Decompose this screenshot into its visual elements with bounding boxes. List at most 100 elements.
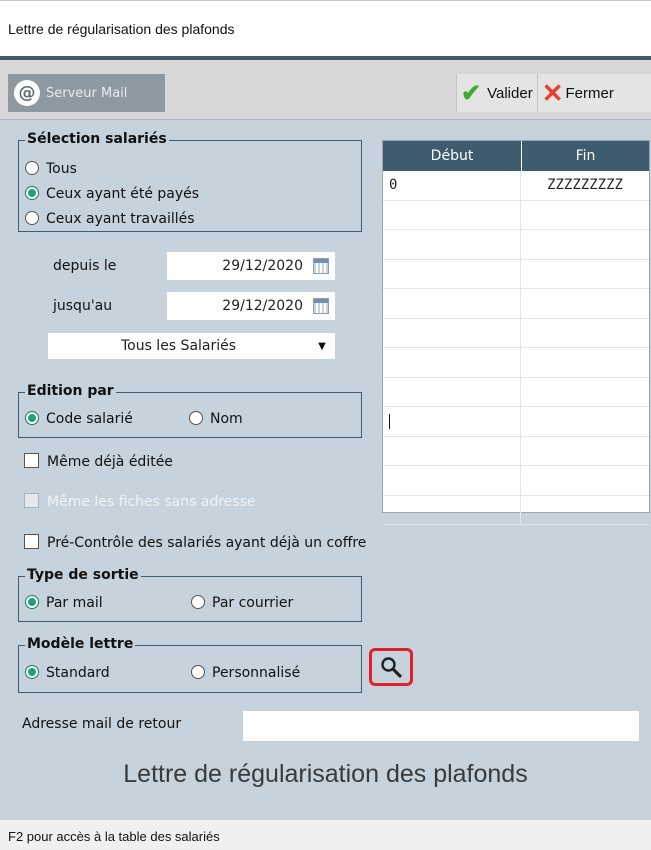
table-row[interactable] <box>383 289 649 319</box>
from-date-field[interactable]: 29/12/2020 <box>167 252 335 280</box>
return-email-input[interactable] <box>243 711 639 741</box>
radio-mail-indicator <box>25 595 39 609</box>
table-row[interactable]: 0 ZZZZZZZZZ <box>383 171 649 201</box>
pre-control-checkbox[interactable]: Pré-Contrôle des salariés ayant déjà un … <box>24 534 366 551</box>
cell-end[interactable] <box>521 466 649 495</box>
without-address-label: Même les fiches sans adresse <box>47 494 256 510</box>
radio-post-label: Par courrier <box>212 595 294 611</box>
radio-all-indicator <box>25 161 39 175</box>
cell-start[interactable] <box>383 436 521 465</box>
cell-end[interactable] <box>521 378 649 407</box>
main-panel: Sélection salariés Tous Ceux ayant été p… <box>0 120 651 819</box>
edition-by-title: Edition par <box>25 383 116 399</box>
radio-paid-indicator <box>25 186 39 200</box>
radio-code-label: Code salarié <box>46 411 133 427</box>
cell-start[interactable] <box>383 289 521 318</box>
cell-end[interactable] <box>521 230 649 259</box>
radio-name-label: Nom <box>210 411 243 427</box>
table-header: Début Fin <box>383 141 649 171</box>
table-row[interactable] <box>383 259 649 289</box>
cell-end[interactable]: ZZZZZZZZZ <box>521 171 649 200</box>
status-bar: F2 pour accès à la table des salariés <box>0 819 651 850</box>
mail-server-button[interactable]: @ Serveur Mail <box>8 74 165 112</box>
cell-end[interactable] <box>521 407 649 436</box>
cell-end[interactable] <box>521 260 649 289</box>
employee-filter-value: Tous les Salariés <box>120 338 237 354</box>
close-icon: ✕ <box>541 77 564 108</box>
radio-code[interactable]: Code salarié <box>25 411 133 427</box>
without-address-checkbox[interactable]: Même les fiches sans adresse <box>24 493 256 510</box>
cell-start[interactable] <box>383 377 521 406</box>
table-row[interactable] <box>383 495 649 525</box>
column-end[interactable]: Fin <box>522 141 649 171</box>
output-type-group: Type de sortie Par mail Par courrier <box>18 567 362 622</box>
radio-name[interactable]: Nom <box>189 411 243 427</box>
radio-post[interactable]: Par courrier <box>191 595 293 611</box>
action-buttons: ✔ Valider ✕ Fermer <box>456 74 651 112</box>
cell-start[interactable] <box>383 466 521 495</box>
radio-standard[interactable]: Standard <box>25 665 110 681</box>
without-address-box <box>24 493 39 508</box>
calendar-icon[interactable] <box>313 258 329 274</box>
cell-end[interactable] <box>521 437 649 466</box>
cell-start[interactable] <box>383 495 521 524</box>
cell-end[interactable] <box>521 496 649 525</box>
cell-end[interactable] <box>521 319 649 348</box>
cell-start[interactable] <box>383 259 521 288</box>
letter-model-title: Modèle lettre <box>25 636 136 652</box>
table-row[interactable] <box>383 436 649 466</box>
pre-control-box <box>24 534 39 549</box>
from-date-label: depuis le <box>53 258 117 274</box>
column-start[interactable]: Début <box>383 141 522 171</box>
table-row[interactable] <box>383 200 649 230</box>
pre-control-label: Pré-Contrôle des salariés ayant déjà un … <box>47 535 367 551</box>
cell-start[interactable] <box>383 407 521 436</box>
search-template-button[interactable] <box>369 648 413 686</box>
cell-start[interactable] <box>383 318 521 347</box>
to-date-label: jusqu'au <box>53 298 113 314</box>
cell-end[interactable] <box>521 348 649 377</box>
range-table[interactable]: Début Fin 0 ZZZZZZZZZ <box>382 140 650 525</box>
return-email-label: Adresse mail de retour <box>22 716 182 732</box>
radio-standard-indicator <box>25 665 39 679</box>
table-row[interactable] <box>383 230 649 260</box>
table-row[interactable] <box>383 348 649 378</box>
mail-server-label: Serveur Mail <box>46 85 128 101</box>
radio-worked[interactable]: Ceux ayant travaillés <box>25 211 195 227</box>
cell-end[interactable] <box>521 201 649 230</box>
chevron-down-icon: ▼ <box>318 340 326 352</box>
validate-button[interactable]: ✔ Valider <box>457 74 537 112</box>
table-row[interactable] <box>383 407 649 437</box>
radio-mail-label: Par mail <box>46 595 103 611</box>
search-icon <box>381 657 402 678</box>
cell-end[interactable] <box>521 289 649 318</box>
radio-mail[interactable]: Par mail <box>25 595 103 611</box>
table-row[interactable] <box>383 466 649 496</box>
radio-paid[interactable]: Ceux ayant été payés <box>25 186 199 202</box>
employee-selection-group: Sélection salariés Tous Ceux ayant été p… <box>18 131 362 232</box>
edition-by-group: Edition par Code salarié Nom <box>18 383 362 438</box>
window-title: Lettre de régularisation des plafonds <box>8 21 235 37</box>
radio-all[interactable]: Tous <box>25 161 77 177</box>
to-date-field[interactable]: 29/12/2020 <box>167 292 335 320</box>
check-icon: ✔ <box>461 79 482 107</box>
from-date-value: 29/12/2020 <box>222 258 303 274</box>
cell-start[interactable]: 0 <box>383 171 521 200</box>
employee-filter-select[interactable]: Tous les Salariés ▼ <box>48 333 335 359</box>
table-row[interactable] <box>383 318 649 348</box>
close-button[interactable]: ✕ Fermer <box>536 74 618 112</box>
table-row[interactable] <box>383 377 649 407</box>
radio-name-indicator <box>189 411 203 425</box>
radio-custom-label: Personnalisé <box>212 665 301 681</box>
radio-custom-indicator <box>191 665 205 679</box>
cell-start[interactable] <box>383 200 521 229</box>
cell-start[interactable] <box>383 348 521 377</box>
radio-custom[interactable]: Personnalisé <box>191 665 300 681</box>
radio-standard-label: Standard <box>46 665 110 681</box>
calendar-icon[interactable] <box>313 298 329 314</box>
radio-code-indicator <box>25 411 39 425</box>
radio-all-label: Tous <box>46 161 77 177</box>
already-edited-box <box>24 453 39 468</box>
cell-start[interactable] <box>383 230 521 259</box>
already-edited-checkbox[interactable]: Même déjà éditée <box>24 453 173 470</box>
